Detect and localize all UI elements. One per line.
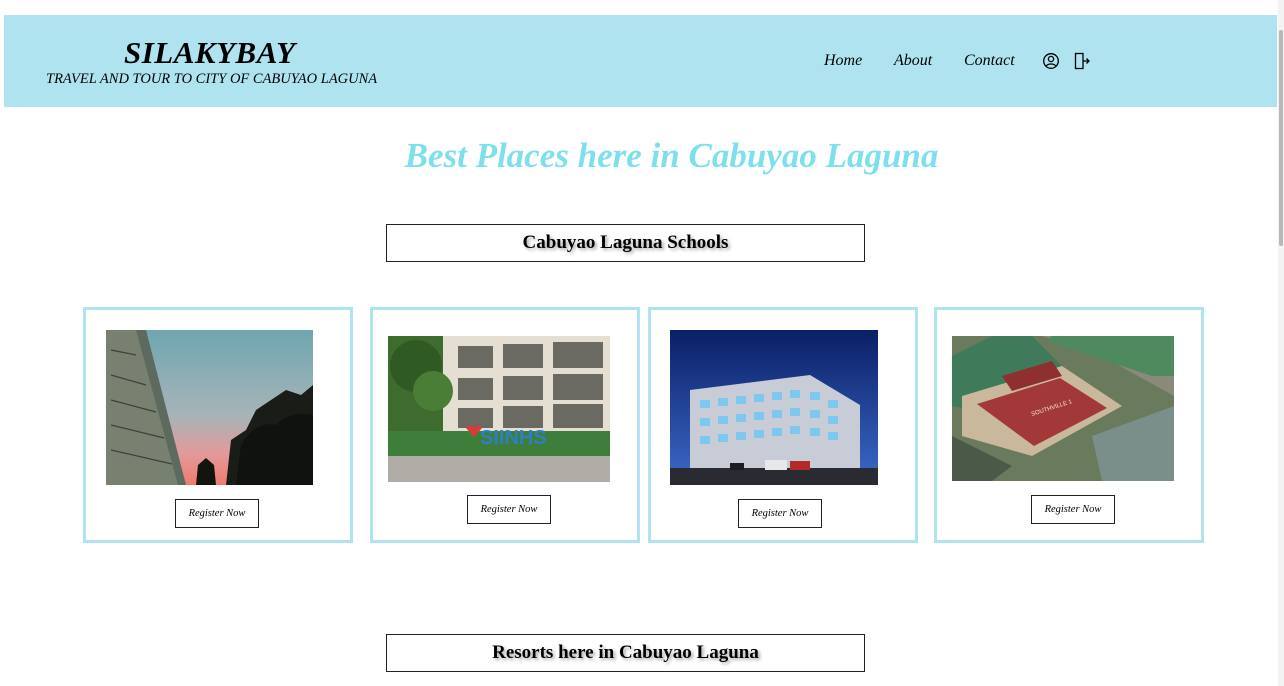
school-photo-sinhs: SIINHS — [388, 336, 610, 482]
school-photo-night — [670, 330, 878, 485]
nav-home-link[interactable]: Home — [824, 52, 862, 70]
school-photo-aerial: SOUTHVILLE 1 — [952, 336, 1174, 481]
scrollbar-thumb[interactable] — [1279, 30, 1283, 246]
section-title-schools: Cabuyao Laguna Schools — [386, 224, 865, 262]
svg-text:SIINHS: SIINHS — [480, 427, 547, 449]
school-card: SOUTHVILLE 1 Register Now — [934, 307, 1204, 543]
school-card: Register Now — [648, 307, 918, 543]
page-heading: Best Places here in Cabuyao Laguna — [404, 136, 939, 175]
nav-about-link[interactable]: About — [894, 52, 932, 70]
user-circle-icon[interactable] — [1042, 52, 1060, 70]
page-scrollbar[interactable] — [1278, 0, 1284, 686]
register-now-button[interactable]: Register Now — [1031, 495, 1115, 524]
school-card: Register Now — [83, 307, 353, 543]
school-card: SIINHS Register Now — [370, 307, 640, 543]
section-title-resorts: Resorts here in Cabuyao Laguna — [386, 634, 865, 672]
nav-contact-link[interactable]: Contact — [964, 52, 1015, 70]
school-photo-sunset — [106, 330, 313, 485]
site-title[interactable]: SILAKYBAY — [124, 35, 304, 71]
register-now-button[interactable]: Register Now — [467, 495, 551, 524]
site-header: SILAKYBAY TRAVEL AND TOUR TO CITY OF CAB… — [4, 15, 1277, 107]
register-now-button[interactable]: Register Now — [175, 499, 259, 528]
site-tagline: TRAVEL AND TOUR TO CITY OF CABUYAO LAGUN… — [46, 71, 378, 87]
logout-icon[interactable] — [1073, 52, 1091, 70]
register-now-button[interactable]: Register Now — [738, 499, 822, 528]
